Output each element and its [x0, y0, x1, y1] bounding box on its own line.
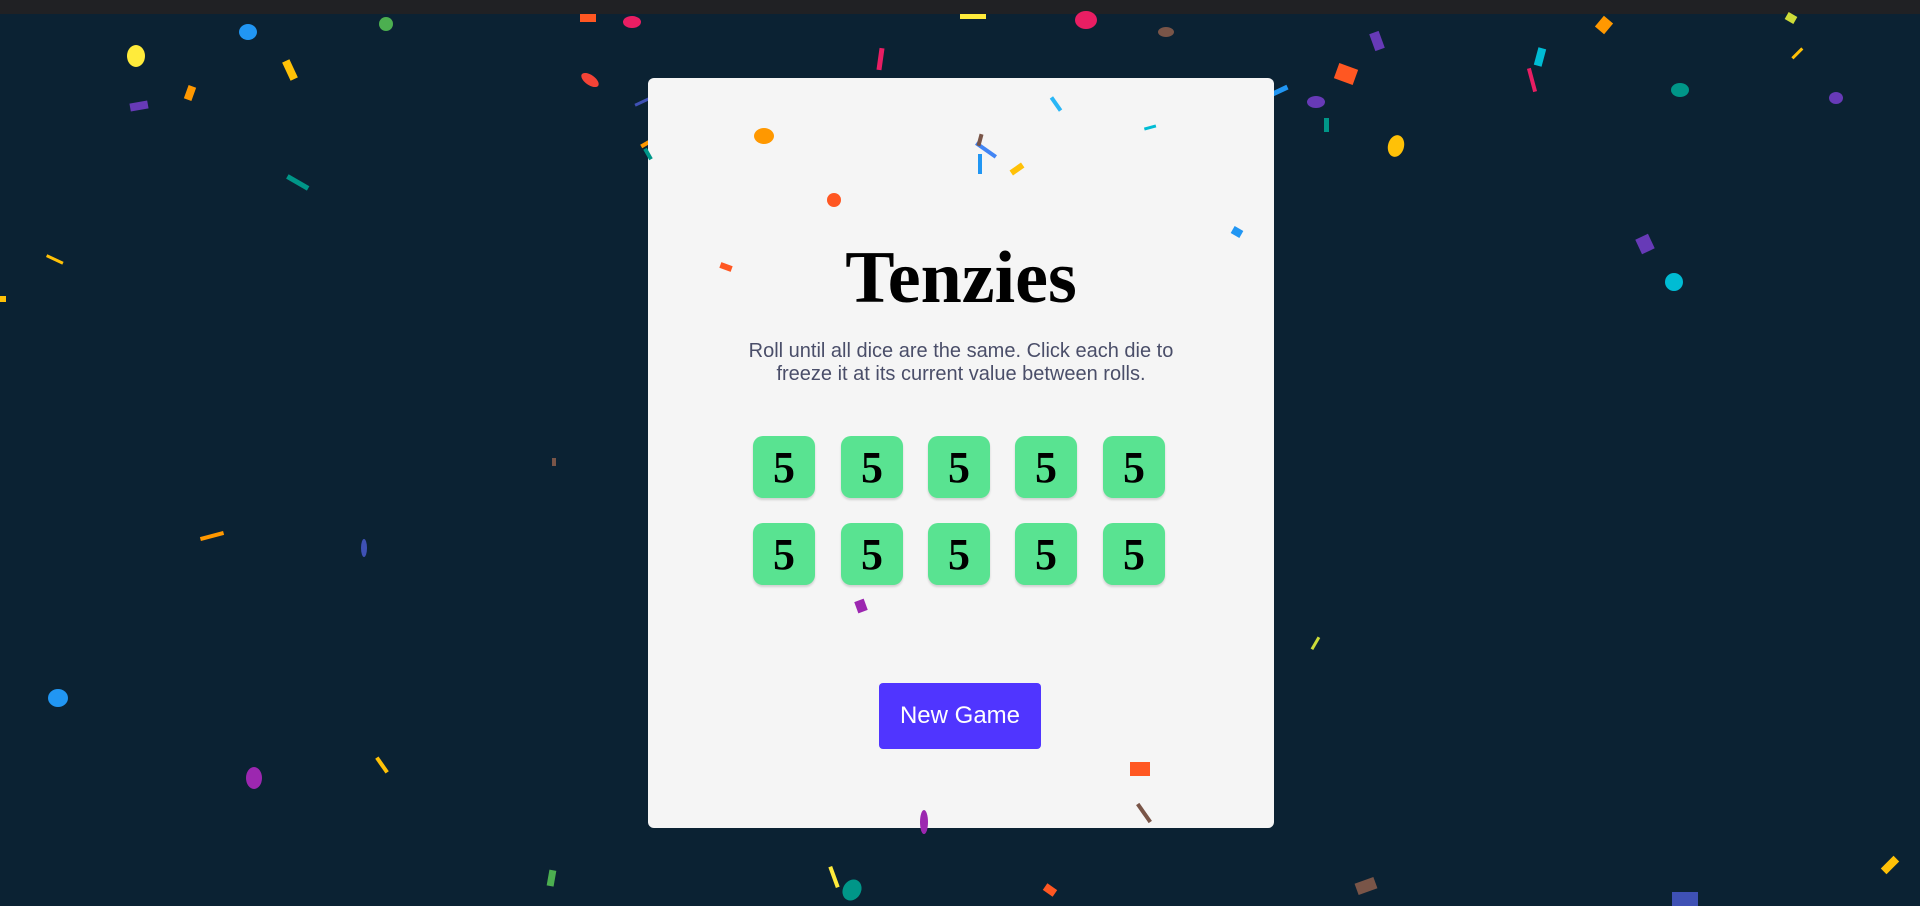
die[interactable]: 5	[928, 436, 990, 498]
die[interactable]: 5	[928, 523, 990, 585]
die[interactable]: 5	[1103, 523, 1165, 585]
die[interactable]: 5	[753, 436, 815, 498]
die[interactable]: 5	[753, 523, 815, 585]
die[interactable]: 5	[841, 523, 903, 585]
game-card: Tenzies Roll until all dice are the same…	[648, 78, 1274, 828]
game-instructions: Roll until all dice are the same. Click …	[748, 340, 1174, 385]
new-game-button[interactable]: New Game	[879, 683, 1041, 749]
page-title: Tenzies	[845, 237, 1077, 319]
die[interactable]: 5	[1015, 436, 1077, 498]
browser-top-bar	[0, 0, 1920, 14]
die[interactable]: 5	[1015, 523, 1077, 585]
die[interactable]: 5	[841, 436, 903, 498]
die[interactable]: 5	[1103, 436, 1165, 498]
